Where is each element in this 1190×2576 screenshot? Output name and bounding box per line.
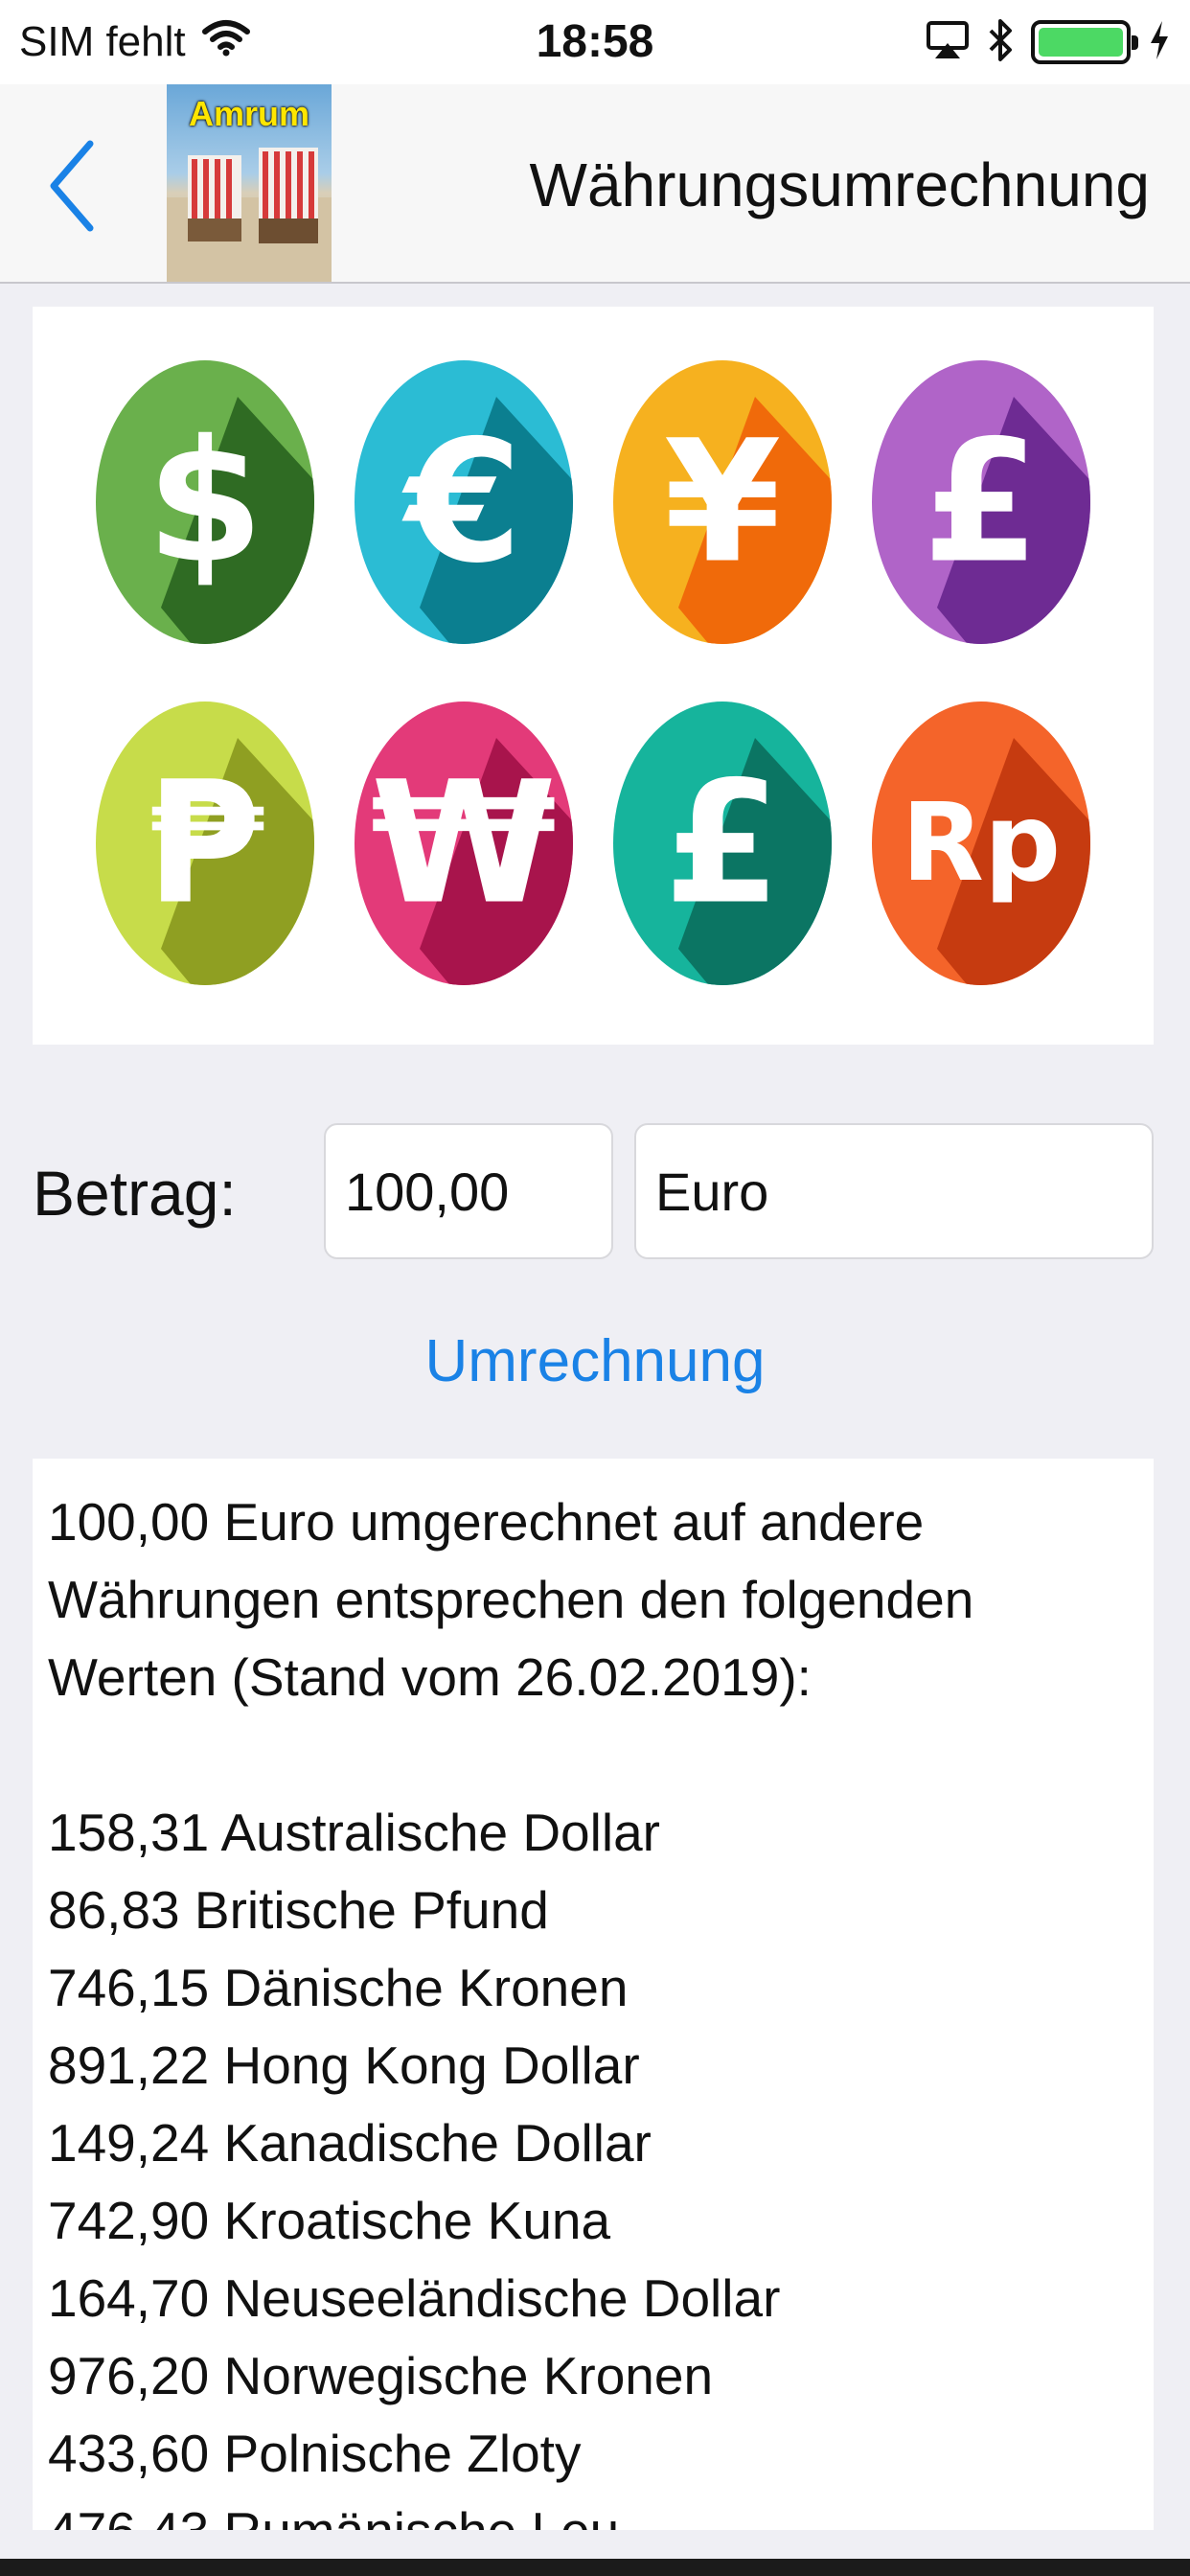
coin-euro-icon: €: [353, 358, 575, 646]
currency-symbol: €: [401, 404, 522, 601]
chevron-left-icon: [50, 140, 94, 232]
coin-pound-icon: £: [870, 358, 1092, 646]
result-text-view[interactable]: 100,00 Euro umgerechnet auf andere Währu…: [33, 1459, 1154, 2530]
result-intro: 100,00 Euro umgerechnet auf andere Währu…: [48, 1492, 974, 1707]
result-text: 100,00 Euro umgerechnet auf andere Währu…: [48, 1484, 1131, 2530]
result-line: 158,31 Australische Dollar: [48, 1803, 660, 1862]
result-line: 149,24 Kanadische Dollar: [48, 2113, 652, 2173]
result-line: 476,43 Rumänische Leu: [48, 2493, 1131, 2530]
currency-symbol: Rp: [902, 781, 1061, 906]
airplay-icon: [926, 20, 970, 65]
status-bar: SIM fehlt 18:58: [0, 0, 1190, 84]
coin-yen-icon: ¥: [611, 358, 834, 646]
result-line: 746,15 Dänische Kronen: [48, 1958, 629, 2017]
currency-symbol: £: [664, 746, 781, 942]
result-line: 164,70 Neuseeländische Dollar: [48, 2268, 781, 2328]
thumbnail-label: Amrum: [188, 94, 310, 133]
currency-symbol: ¥: [664, 404, 781, 601]
bottom-edge: [0, 2559, 1190, 2576]
page-title: Währungsumrechnung: [529, 150, 1150, 219]
currency-input[interactable]: [634, 1123, 1154, 1259]
amount-input[interactable]: [324, 1123, 613, 1259]
coin-rupiah-icon: Rp: [870, 700, 1092, 987]
coin-won-icon: ₩: [353, 700, 575, 987]
result-line: 976,20 Norwegische Kronen: [48, 2346, 714, 2405]
coin-peso-icon: ₱: [94, 700, 316, 987]
result-line: 433,60 Polnische Zloty: [48, 2424, 582, 2483]
result-line: 891,22 Hong Kong Dollar: [48, 2036, 640, 2095]
convert-button[interactable]: Umrechnung: [0, 1319, 1190, 1405]
battery-icon: [1031, 20, 1138, 64]
navigation-bar: Amrum Währungsumrechnung: [0, 84, 1190, 284]
coin-dollar-icon: $: [94, 358, 316, 646]
amrum-thumbnail[interactable]: Amrum: [167, 84, 332, 282]
currency-symbol: ₩: [371, 746, 557, 942]
charging-icon: [1148, 19, 1171, 66]
currency-symbol: ₱: [147, 746, 264, 942]
amount-label: Betrag:: [33, 1158, 237, 1229]
currency-symbol: £: [923, 404, 1040, 601]
currency-symbols-image: $ € ¥ £ ₱ ₩ £ Rp: [33, 307, 1154, 1045]
status-right: [926, 13, 1171, 71]
currency-symbol: $: [147, 404, 263, 601]
back-button[interactable]: [38, 128, 105, 243]
result-line: 742,90 Kroatische Kuna: [48, 2191, 611, 2250]
bluetooth-icon: [987, 18, 1014, 67]
result-line: 86,83 Britische Pfund: [48, 1880, 549, 1940]
coin-lira-icon: £: [611, 700, 834, 987]
battery-level: [1039, 28, 1123, 57]
